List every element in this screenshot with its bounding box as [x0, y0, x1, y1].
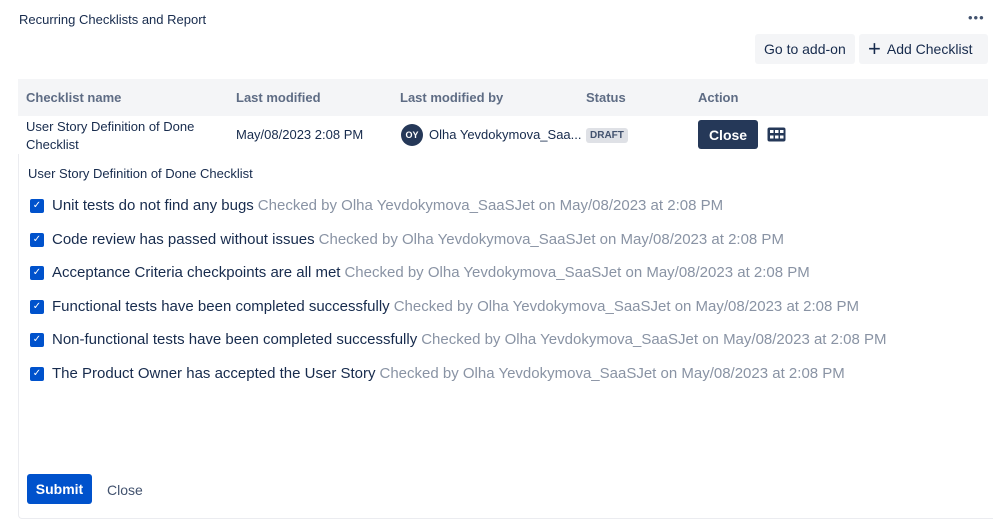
item-label: Non-functional tests have been completed… [52, 331, 417, 348]
go-to-addon-button[interactable]: Go to add-on [755, 34, 855, 64]
add-checklist-button[interactable]: + Add Checklist [859, 34, 988, 64]
column-header-status[interactable]: Status [586, 90, 626, 105]
checkbox-checked-icon[interactable]: ✓ [30, 266, 44, 280]
close-button[interactable]: Close [107, 482, 143, 498]
checklist-item[interactable]: ✓ Unit tests do not find any bugsChecked … [30, 197, 723, 214]
checklist-name-line2: Checklist [26, 136, 194, 154]
item-label: Unit tests do not find any bugs [52, 197, 254, 214]
item-meta: Checked by Olha Yevdokymova_SaaSJet on M… [380, 365, 845, 382]
checkbox-checked-icon[interactable]: ✓ [30, 199, 44, 213]
checkbox-checked-icon[interactable]: ✓ [30, 333, 44, 347]
checkbox-checked-icon[interactable]: ✓ [30, 233, 44, 247]
item-label: Acceptance Criteria checkpoints are all … [52, 264, 340, 281]
checklist-name[interactable]: User Story Definition of Done Checklist [26, 118, 194, 154]
column-header-action[interactable]: Action [698, 90, 738, 105]
close-checklist-button[interactable]: Close [698, 120, 758, 149]
column-header-name[interactable]: Checklist name [26, 90, 121, 105]
item-meta: Checked by Olha Yevdokymova_SaaSJet on M… [258, 197, 723, 214]
checklist-item[interactable]: ✓ Acceptance Criteria checkpoints are all… [30, 264, 810, 281]
more-options-icon[interactable]: ••• [968, 10, 985, 25]
item-meta: Checked by Olha Yevdokymova_SaaSJet on M… [344, 264, 809, 281]
item-label: Functional tests have been completed suc… [52, 298, 390, 315]
checklist-name-line1: User Story Definition of Done [26, 118, 194, 136]
checkbox-checked-icon[interactable]: ✓ [30, 300, 44, 314]
item-label: Code review has passed without issues [52, 231, 315, 248]
panel-title: User Story Definition of Done Checklist [28, 166, 253, 181]
item-label: The Product Owner has accepted the User … [52, 365, 376, 382]
last-modified: May/08/2023 2:08 PM [236, 127, 363, 142]
item-meta: Checked by Olha Yevdokymova_SaaSJet on M… [394, 298, 859, 315]
avatar: OY [401, 124, 423, 146]
submit-button[interactable]: Submit [27, 474, 92, 504]
item-meta: Checked by Olha Yevdokymova_SaaSJet on M… [421, 331, 886, 348]
add-checklist-label: Add Checklist [887, 41, 973, 57]
column-header-last-modified[interactable]: Last modified [236, 90, 321, 105]
checklist-item[interactable]: ✓ Functional tests have been completed su… [30, 298, 859, 315]
page-title: Recurring Checklists and Report [19, 12, 206, 27]
checkbox-checked-icon[interactable]: ✓ [30, 367, 44, 381]
table-view-icon[interactable] [767, 127, 786, 145]
modified-by: Olha Yevdokymova_Saa... [429, 127, 582, 142]
column-header-modified-by[interactable]: Last modified by [400, 90, 503, 105]
plus-icon: + [868, 36, 881, 62]
status-badge: DRAFT [586, 128, 628, 143]
item-meta: Checked by Olha Yevdokymova_SaaSJet on M… [319, 231, 784, 248]
checklist-item[interactable]: ✓ Non-functional tests have been complete… [30, 331, 887, 348]
checklist-item[interactable]: ✓ The Product Owner has accepted the User… [30, 365, 845, 382]
checklist-item[interactable]: ✓ Code review has passed without issuesCh… [30, 231, 784, 248]
